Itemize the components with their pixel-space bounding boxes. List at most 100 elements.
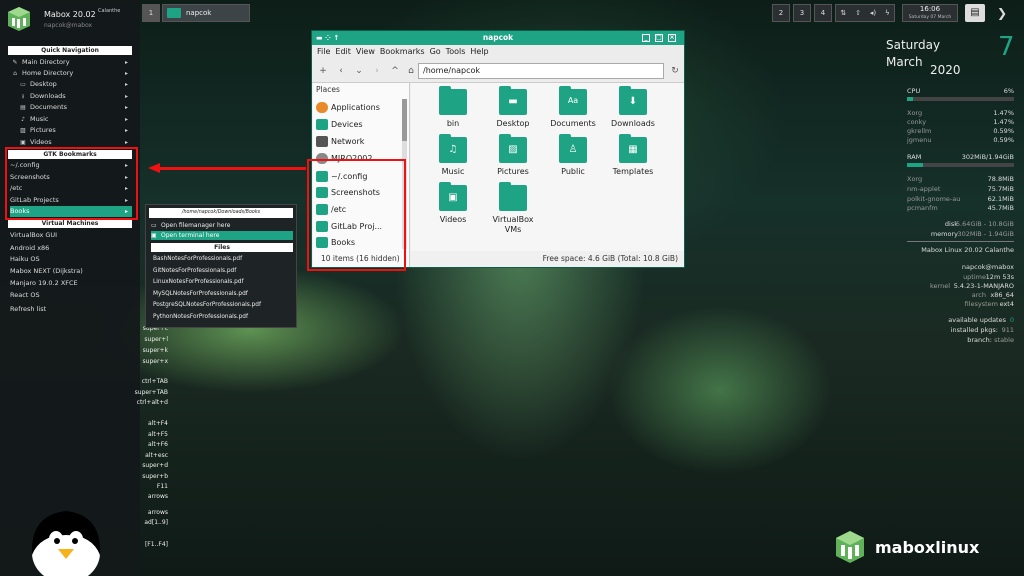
menu-item-videos[interactable]: ▣ Videos ▸ (18, 137, 132, 148)
file-item-desktop[interactable]: ▬ Desktop (483, 86, 543, 133)
menu-file[interactable]: File (317, 45, 330, 59)
network-icon[interactable]: ⇅ (840, 9, 846, 17)
vm-manjaro-xfce[interactable]: Manjaro 19.0.2 XFCE (10, 278, 132, 289)
toolbar: + ‹ ⌄ › ^ ⌂ /home/napcok ↻ (312, 59, 684, 83)
menu-help[interactable]: Help (470, 45, 488, 59)
menubar: File Edit View Bookmarks Go Tools Help (312, 45, 684, 59)
menu-go[interactable]: Go (430, 45, 441, 59)
dropdown-icon[interactable]: ⌄ (352, 64, 366, 78)
file-python-notes[interactable]: PythonNotesForProfessionals.pdf (153, 314, 248, 320)
window-titlebar[interactable]: ▬ ⁘ ↑ napcok _ □ × (312, 31, 684, 45)
file-item-virtualbox-vms[interactable]: VirtualBox VMs (483, 182, 543, 234)
bookmark-etc[interactable]: /etc ▸ (10, 183, 132, 194)
minimize-icon[interactable]: _ (642, 34, 650, 42)
bookmark-gitlab-projects[interactable]: GitLab Projects ▸ (10, 195, 132, 206)
workspace-3-button[interactable]: 3 (793, 4, 811, 22)
file-item-templates[interactable]: ▦ Templates (603, 134, 663, 181)
cpu-proc-name: gkrellm (907, 127, 932, 135)
power-icon[interactable]: ϟ (885, 9, 890, 17)
menu-item-desktop[interactable]: ▭ Desktop ▸ (18, 79, 132, 90)
bookmark-books[interactable]: Books ▸ (10, 206, 132, 217)
vm-android-x86[interactable]: Android x86 (10, 243, 132, 254)
up-icon[interactable]: ^ (388, 64, 402, 78)
vm-mabox-next[interactable]: Mabox NEXT (Dijkstra) (10, 266, 132, 277)
home-icon: ⌂ (13, 70, 17, 77)
refresh-list-button[interactable]: Refresh list (10, 304, 132, 315)
clock-widget[interactable]: 16:06 Saturday 07 March (902, 4, 958, 22)
file-postgresql-notes[interactable]: PostgreSQLNotesForProfessionals.pdf (153, 302, 261, 308)
menu-item-music[interactable]: ♪ Music ▸ (18, 114, 132, 125)
file-bash-notes[interactable]: BashNotesForProfessionals.pdf (153, 256, 242, 262)
menu-bookmarks[interactable]: Bookmarks (380, 45, 425, 59)
place-etc[interactable]: /etc (313, 201, 403, 217)
highlight-arrow (158, 167, 306, 170)
new-tab-icon[interactable]: + (316, 64, 330, 78)
file-grid: bin ▬ Desktop Aa Documents ⬇ Downloads ♫… (411, 83, 684, 251)
maximize-icon[interactable]: □ (655, 34, 663, 42)
arrow-head-icon (148, 163, 160, 173)
branch-label: branch: (967, 336, 992, 344)
cpu-proc-name: jgmenu (907, 136, 932, 144)
vm-virtualbox-gui[interactable]: VirtualBox GUI (10, 230, 132, 241)
conky-daynum: 7 (998, 32, 1015, 62)
file-item-public[interactable]: ♙ Public (543, 134, 603, 181)
menu-item-main-directory[interactable]: ✎ Main Directory ▸ (10, 57, 132, 68)
menu-item-pictures[interactable]: ▨ Pictures ▸ (18, 125, 132, 136)
place-devices[interactable]: Devices (313, 116, 403, 132)
conky-day: Saturday (886, 38, 941, 52)
vm-haiku-os[interactable]: Haiku OS (10, 254, 132, 265)
place-applications[interactable]: Applications (313, 99, 403, 115)
back-icon[interactable]: ‹ (334, 64, 348, 78)
folder-icon (316, 220, 328, 232)
file-item-documents[interactable]: Aa Documents (543, 86, 603, 133)
menu-item-home-directory[interactable]: ⌂ Home Directory ▸ (10, 68, 132, 79)
file-linux-notes[interactable]: LinuxNotesForProfessionals.pdf (153, 279, 244, 285)
place-books[interactable]: Books (313, 234, 403, 250)
places-scrollbar-thumb[interactable] (402, 99, 407, 141)
music-icon: ♪ (21, 116, 25, 123)
mabox-logo-icon (8, 7, 30, 31)
open-filemanager-here[interactable]: ▭ Open filemanager here (151, 221, 293, 230)
place-mjro2002[interactable]: MJRO2002 (313, 150, 403, 166)
place-gitlab-projects[interactable]: GitLab Proj... (313, 218, 403, 234)
menu-item-documents[interactable]: ▤ Documents ▸ (18, 102, 132, 113)
bookmark-config[interactable]: ~/.config ▸ (10, 160, 132, 171)
close-icon[interactable]: × (668, 34, 676, 42)
taskbar-napcok[interactable]: napcok (162, 4, 250, 22)
file-git-notes[interactable]: GitNotesForProfessionals.pdf (153, 268, 236, 274)
file-item-downloads[interactable]: ⬇ Downloads (603, 86, 663, 133)
vm-react-os[interactable]: React OS (10, 290, 132, 301)
filesystem-value: ext4 (999, 300, 1014, 308)
forward-icon[interactable]: › (370, 64, 384, 78)
file-item-bin[interactable]: bin (423, 86, 483, 133)
path-input[interactable]: /home/napcok (418, 63, 664, 79)
volume-icon[interactable]: ◂) (870, 9, 876, 17)
workspace-2-button[interactable]: 2 (772, 4, 790, 22)
cpu-proc-name: Xorg (907, 109, 923, 117)
notifications-icon[interactable]: ▤ (965, 4, 985, 22)
window-menu-icons[interactable]: ▬ ⁘ ↑ (316, 31, 339, 45)
open-terminal-here[interactable]: ▣ Open terminal here (151, 231, 293, 240)
chevron-right-icon: ▸ (124, 59, 128, 66)
place-screenshots[interactable]: Screenshots (313, 184, 403, 200)
menu-item-downloads[interactable]: ⭳ Downloads ▸ (18, 91, 132, 102)
file-item-pictures[interactable]: ▨ Pictures (483, 134, 543, 181)
menu-edit[interactable]: Edit (335, 45, 351, 59)
home-icon[interactable]: ⌂ (404, 64, 418, 78)
applications-icon (316, 101, 328, 113)
chevron-right-icon[interactable]: ❯ (992, 4, 1012, 22)
place-network[interactable]: Network (313, 133, 403, 149)
bookmark-screenshots[interactable]: Screenshots ▸ (10, 172, 132, 183)
workspace-1-button[interactable]: 1 (142, 4, 160, 22)
file-item-videos[interactable]: ▣ Videos (423, 182, 483, 229)
workspace-4-button[interactable]: 4 (814, 4, 832, 22)
menu-view[interactable]: View (356, 45, 375, 59)
reload-icon[interactable]: ↻ (668, 64, 682, 78)
updates-icon[interactable]: ⇧ (855, 9, 861, 17)
menu-tools[interactable]: Tools (446, 45, 466, 59)
installed-label: installed pkgs: (950, 326, 998, 334)
place-config[interactable]: ~/.config (313, 168, 403, 184)
file-item-music[interactable]: ♫ Music (423, 134, 483, 181)
file-mysql-notes[interactable]: MySQLNotesForProfessionals.pdf (153, 291, 248, 297)
templates-folder-icon: ▦ (619, 134, 647, 163)
